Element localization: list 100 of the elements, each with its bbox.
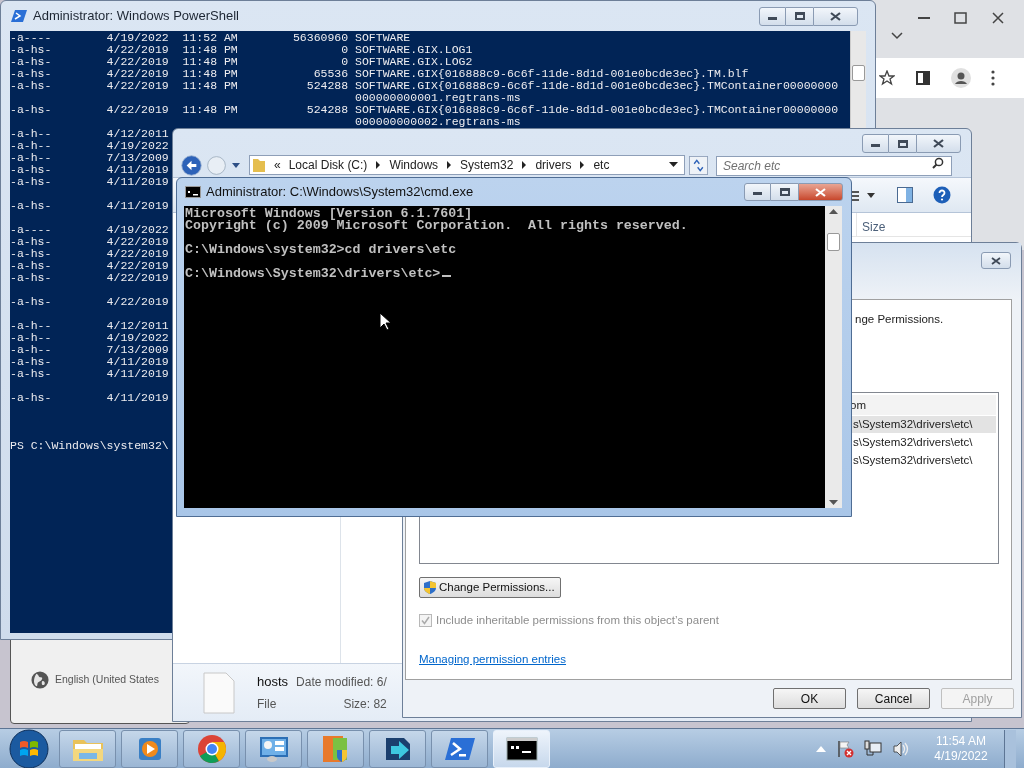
pointer-icon xyxy=(379,312,391,331)
console-line: -a-hs- 4/22/2019 11:48 PM 0 SOFTWARE.GIX.LOG1 xyxy=(10,44,473,56)
flag-warning-icon[interactable] xyxy=(836,739,854,758)
close-icon xyxy=(815,187,826,197)
language-label: English (United States xyxy=(55,672,159,688)
address-bar[interactable]: « Local Disk (C:) Windows System32 drivers etc xyxy=(249,155,685,175)
dialog-button[interactable]: OK xyxy=(773,688,846,709)
refresh-button[interactable] xyxy=(689,155,708,175)
column-header[interactable]: Size xyxy=(862,213,886,236)
console-line: -a-hs- 4/22/2019 xyxy=(10,296,169,308)
file-size: Size: 82 xyxy=(342,696,387,714)
console-line: -a-hs- 4/11/2019 xyxy=(10,200,169,212)
powershell-icon xyxy=(443,735,476,762)
scroll-down-icon[interactable] xyxy=(829,500,838,505)
console-line: -a-hs- 4/11/2019 xyxy=(10,164,169,176)
console-line: -a-h-- 4/12/2011 xyxy=(10,320,169,332)
maximize-button[interactable] xyxy=(786,6,813,26)
close-button[interactable] xyxy=(916,134,961,153)
help-icon[interactable] xyxy=(933,186,951,204)
breadcrumb-item[interactable]: Local Disk (C:) xyxy=(288,156,368,174)
close-button[interactable] xyxy=(813,6,858,26)
console-line: -a-hs- 4/22/2019 11:48 PM 524288 SOFTWARE.GIX{016888c9-6c6f-11de-8d1d-001e0bcde3ec}.TMContainer00000000 xyxy=(10,80,839,92)
console-line: -a-h-- 4/12/2011 xyxy=(10,128,169,140)
text-cursor xyxy=(442,275,451,277)
console-line: -a---- 4/19/2022 11:52 AM 56360960 SOFTWARE xyxy=(10,32,411,44)
help-link[interactable]: Managing permission entries xyxy=(419,650,567,668)
search-icon xyxy=(932,157,944,169)
console-line: 000000000002.regtrans-ms xyxy=(354,116,521,128)
back-button[interactable] xyxy=(181,154,202,176)
change-permissions-button[interactable]: Change Permissions... xyxy=(419,577,561,599)
breadcrumb-item[interactable]: drivers xyxy=(535,156,572,174)
minimize-button[interactable] xyxy=(759,6,786,26)
breadcrumb-arrow-icon[interactable] xyxy=(579,161,586,169)
view-options-icon[interactable] xyxy=(851,189,877,201)
console-icon xyxy=(505,736,538,761)
console-line: C:\Windows\system32>cd drivers\etc xyxy=(185,244,457,256)
console-line: -a-hs- 4/22/2019 xyxy=(10,260,169,272)
breadcrumb-arrow-icon[interactable] xyxy=(375,161,382,169)
console-line: -a-hs- 4/22/2019 11:48 PM 524288 SOFTWARE.GIX{016888c9-6c6f-11de-8d1d-001e0bcde3ec}.TMContainer00000000 xyxy=(10,104,839,116)
breadcrumb-item[interactable]: System32 xyxy=(460,156,514,174)
globe-icon xyxy=(31,671,49,689)
list-row[interactable]: s\System32\drivers\etc\ xyxy=(852,416,996,434)
taskbar-button[interactable] xyxy=(369,729,426,768)
close-icon xyxy=(991,256,1001,265)
scrollbar-thumb[interactable] xyxy=(827,233,840,251)
chrome-icon xyxy=(196,733,227,764)
console-line: -a-hs- 4/22/2019 xyxy=(10,248,169,260)
dialog-button[interactable]: Cancel xyxy=(857,688,930,709)
file-name: hosts xyxy=(257,672,289,691)
maximize-button[interactable] xyxy=(771,183,798,201)
console-line: -a-hs- 4/22/2019 xyxy=(10,272,169,284)
console-line: -a-hs- 4/22/2019 11:48 PM 65536 SOFTWARE.GIX{016888c9-6c6f-11de-8d1d-001e0bcde3ec}.TM.blf xyxy=(10,68,749,80)
check-icon xyxy=(421,616,430,626)
address-overflow[interactable]: « xyxy=(274,156,281,174)
console-line: Microsoft Windows [Version 6.1.7601] xyxy=(185,208,473,220)
console-prompt: PS C:\Windows\system32\ xyxy=(10,440,169,452)
maximize-button[interactable] xyxy=(889,134,916,153)
breadcrumb-arrow-icon[interactable] xyxy=(446,161,453,169)
console-line: C:\Windows\System32\drivers\etc> xyxy=(185,268,441,280)
minimize-button[interactable] xyxy=(744,183,771,201)
side-panel-icon[interactable] xyxy=(915,70,931,86)
start-button[interactable] xyxy=(9,728,49,768)
history-dropdown-icon[interactable] xyxy=(231,161,241,169)
minimize-button[interactable] xyxy=(862,134,889,153)
console-line: -a-h-- 7/13/2009 xyxy=(10,152,169,164)
console-line: -a-hs- 4/22/2019 xyxy=(10,236,169,248)
close-button[interactable] xyxy=(981,252,1011,269)
powershell-icon xyxy=(11,9,27,23)
checkbox-label: Include inheritable permissions from this object’s parent xyxy=(436,613,719,629)
close-button[interactable] xyxy=(798,183,843,201)
console-line: Copyright (c) 2009 Microsoft Corporation. All rights reserved. xyxy=(185,220,688,232)
file-icon xyxy=(203,671,235,714)
date-modified: Date modified: 6/ xyxy=(296,673,387,691)
search-field[interactable]: Search etc xyxy=(716,156,952,176)
close-icon xyxy=(933,139,944,148)
folder-icon xyxy=(252,157,266,173)
breadcrumb-item[interactable]: Windows xyxy=(389,156,439,174)
console-line: -a-h-- 4/19/2022 xyxy=(10,140,169,152)
console-line: -a-h-- 4/19/2022 xyxy=(10,332,169,344)
chevron-down-icon[interactable] xyxy=(891,32,903,40)
preview-pane-icon[interactable] xyxy=(897,187,913,203)
star-icon[interactable] xyxy=(879,70,895,86)
control-panel-icon xyxy=(257,734,290,763)
file-type: File xyxy=(257,696,278,714)
dropdown-icon[interactable] xyxy=(669,162,678,168)
console-line: -a-hs- 4/22/2019 11:48 PM 0 SOFTWARE.GIX.LOG2 xyxy=(10,56,473,68)
console-line: -a-hs- 4/11/2019 xyxy=(10,176,169,188)
scrollbar-thumb[interactable] xyxy=(852,65,865,81)
window-title: Administrator: Windows PowerShell xyxy=(33,7,239,26)
breadcrumb-arrow-icon[interactable] xyxy=(521,161,528,169)
network-icon[interactable] xyxy=(864,739,882,758)
console-line: -a---- 4/19/2022 xyxy=(10,224,169,236)
close-icon xyxy=(830,11,841,21)
more-icon[interactable] xyxy=(991,70,995,86)
show-desktop-button[interactable] xyxy=(1004,729,1016,768)
scrollbar[interactable] xyxy=(825,206,842,508)
volume-icon[interactable] xyxy=(892,739,910,758)
console-line: 000000000001.regtrans-ms xyxy=(354,92,521,104)
profile-icon[interactable] xyxy=(951,68,971,88)
breadcrumb-item[interactable]: etc xyxy=(593,156,610,174)
